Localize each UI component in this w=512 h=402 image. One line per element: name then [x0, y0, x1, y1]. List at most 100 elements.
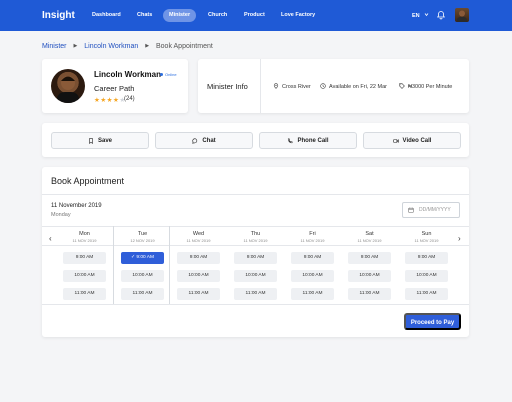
breadcrumb-current: Book Appointment — [156, 43, 213, 50]
day-column-wed: Wed 11 NOV 2019 9:00 AM 10:00 AM 11:00 A… — [170, 226, 227, 304]
day-column-thu: Thu 11 NOV 2019 9:00 AM 10:00 AM 11:00 A… — [227, 226, 284, 304]
top-navigation: Insight Dashboard Chats Minister Church … — [0, 0, 512, 31]
nav-product[interactable]: Product — [244, 12, 265, 18]
breadcrumb-lincoln-workman[interactable]: Lincoln Workman — [84, 43, 138, 50]
chevron-right-icon[interactable]: › — [458, 234, 461, 243]
time-slot[interactable]: 11:00 AM — [177, 288, 220, 300]
profile-card: Lincoln Workman Online Career Path ★★★★★… — [42, 59, 188, 113]
price-text: ₦3000 Per Minute — [408, 84, 453, 90]
minister-info-card: Minister Info Cross River Available on F… — [198, 59, 469, 113]
day-name: Fri — [309, 231, 316, 237]
video-call-label: Video Call — [402, 137, 432, 144]
time-slot[interactable]: 10:00 AM — [405, 270, 448, 282]
time-slot[interactable]: 10:00 AM — [234, 270, 277, 282]
time-slot[interactable]: 9:00 AM — [291, 252, 334, 264]
day-date: 11 NOV 2019 — [357, 238, 382, 243]
day-date: 11 NOV 2019 — [414, 238, 439, 243]
time-slot[interactable]: 10:00 AM — [121, 270, 164, 282]
divider — [260, 59, 261, 113]
time-slot[interactable]: 10:00 AM — [177, 270, 220, 282]
selected-day: Monday — [51, 212, 71, 218]
divider — [42, 304, 469, 305]
book-appointment-card: Book Appointment 11 November 2019 Monday… — [42, 167, 469, 337]
online-dot-icon — [160, 73, 163, 76]
chevron-right-icon: ▶ — [73, 43, 78, 49]
bell-icon[interactable] — [436, 10, 446, 20]
minister-avatar — [51, 69, 85, 103]
time-slot[interactable]: 11:00 AM — [121, 288, 164, 300]
day-name: Wed — [192, 231, 205, 237]
day-date: 11 NOV 2019 — [243, 238, 268, 243]
rating-stars: ★★★★★ — [94, 96, 126, 104]
minister-info-title: Minister Info — [207, 82, 248, 91]
time-slot[interactable]: 11:00 AM — [234, 288, 277, 300]
chevron-down-icon — [424, 13, 429, 17]
action-bar: Save Chat Phone Call Video Call — [42, 123, 469, 157]
proceed-to-pay-button[interactable]: Proceed to Pay — [404, 313, 461, 330]
day-date: 12 NOV 2019 — [130, 238, 155, 243]
day-column-sat: Sat 11 NOV 2019 9:00 AM 10:00 AM 11:00 A… — [341, 226, 398, 304]
breadcrumb: Minister ▶ Lincoln Workman ▶ Book Appoin… — [42, 43, 213, 50]
nav-church[interactable]: Church — [208, 12, 227, 18]
phone-call-label: Phone Call — [297, 137, 329, 144]
location-pin-icon — [273, 83, 279, 89]
nav-dashboard[interactable]: Dashboard — [92, 12, 121, 18]
chat-button[interactable]: Chat — [155, 132, 253, 149]
minister-title: Career Path — [94, 84, 135, 93]
clock-icon — [320, 83, 326, 89]
time-slot[interactable]: 9:00 AM — [63, 252, 106, 264]
phone-call-button[interactable]: Phone Call — [259, 132, 357, 149]
time-slot[interactable]: 9:00 AM — [348, 252, 391, 264]
save-button[interactable]: Save — [51, 132, 149, 149]
time-slot[interactable]: 11:00 AM — [291, 288, 334, 300]
chat-icon — [192, 137, 198, 144]
day-name: Mon — [79, 231, 90, 237]
language-selector[interactable]: EN — [412, 12, 429, 19]
time-slot[interactable]: 10:00 AM — [348, 270, 391, 282]
tag-icon — [399, 83, 405, 89]
minister-name: Lincoln Workman — [94, 70, 161, 79]
video-call-button[interactable]: Video Call — [363, 132, 461, 149]
date-input[interactable]: DD/MM/YYYY — [402, 202, 460, 218]
day-column-sun: Sun 11 NOV 2019 9:00 AM 10:00 AM 11:00 A… — [398, 226, 455, 304]
breadcrumb-minister[interactable]: Minister — [42, 43, 67, 50]
price-item: ₦3000 Per Minute — [399, 83, 452, 90]
nav-minister[interactable]: Minister — [163, 9, 197, 22]
nav-love-factory[interactable]: Love Factory — [281, 12, 315, 18]
time-slot[interactable]: 11:00 AM — [63, 288, 106, 300]
online-status: Online — [160, 72, 177, 77]
review-count: (24) — [124, 96, 135, 102]
day-column-tue: Tue 12 NOV 2019 ✓ 9:00 AM 10:00 AM 11:00… — [113, 226, 170, 304]
time-slot-selected[interactable]: ✓ 9:00 AM — [121, 252, 164, 264]
online-label: Online — [165, 72, 177, 77]
calendar-icon — [408, 207, 414, 213]
time-slot[interactable]: 10:00 AM — [291, 270, 334, 282]
time-slot-label: 9:00 AM — [136, 255, 154, 260]
location-item: Cross River — [273, 83, 311, 90]
save-label: Save — [97, 137, 112, 144]
time-slot[interactable]: 9:00 AM — [177, 252, 220, 264]
time-slot[interactable]: 9:00 AM — [234, 252, 277, 264]
brand-logo[interactable]: Insight — [42, 10, 75, 21]
nav-chats[interactable]: Chats — [137, 12, 152, 18]
availability-text: Available on Fri, 22 Mar — [329, 84, 387, 90]
date-placeholder: DD/MM/YYYY — [419, 207, 451, 213]
time-slot[interactable]: 10:00 AM — [63, 270, 106, 282]
availability-item: Available on Fri, 22 Mar — [320, 83, 387, 90]
language-label: EN — [412, 13, 420, 19]
day-name: Sat — [365, 231, 374, 237]
bookmark-icon — [89, 137, 93, 144]
time-slot[interactable]: 11:00 AM — [405, 288, 448, 300]
chevron-right-icon: ▶ — [145, 43, 150, 49]
time-slot[interactable]: 9:00 AM — [405, 252, 448, 264]
location-text: Cross River — [282, 84, 311, 90]
day-column-fri: Fri 11 NOV 2019 9:00 AM 10:00 AM 11:00 A… — [284, 226, 341, 304]
selected-date: 11 November 2019 — [51, 203, 102, 209]
video-icon — [392, 138, 399, 143]
day-name: Sun — [421, 231, 432, 237]
day-column-mon: Mon 11 NOV 2019 9:00 AM 10:00 AM 11:00 A… — [56, 226, 113, 304]
time-slot[interactable]: 11:00 AM — [348, 288, 391, 300]
chevron-left-icon[interactable]: ‹ — [49, 234, 52, 243]
user-avatar[interactable] — [455, 8, 469, 22]
day-name: Thu — [250, 231, 261, 237]
